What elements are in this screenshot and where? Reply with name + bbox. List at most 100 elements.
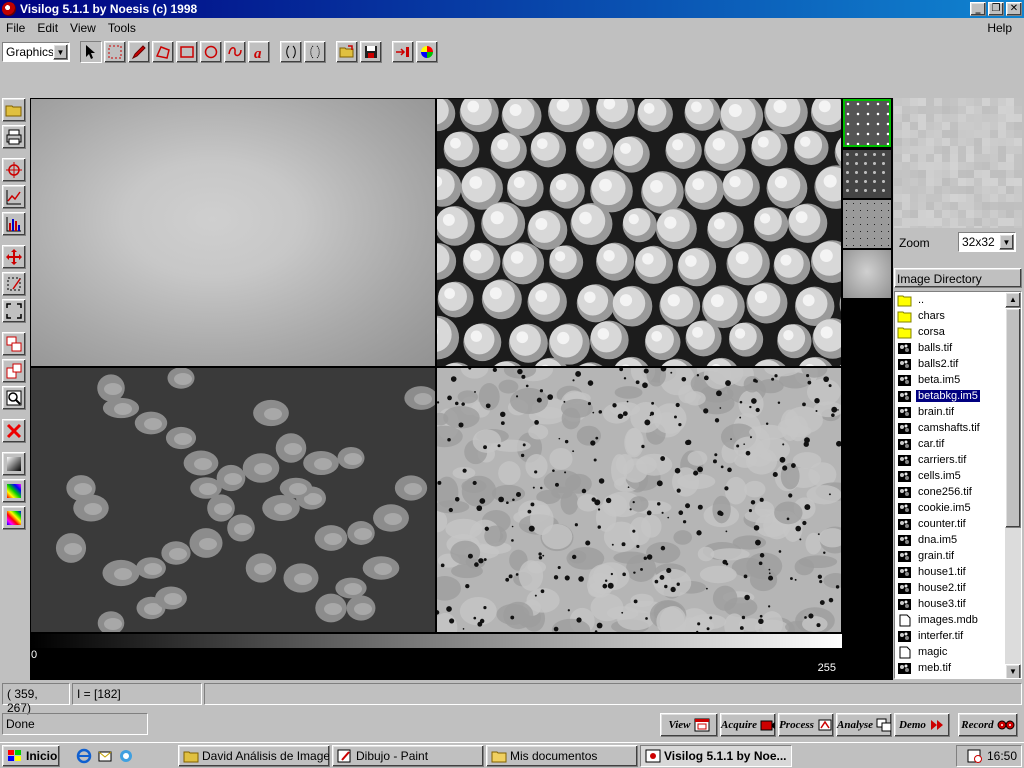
task-david-analisis[interactable]: David Análisis de Imagen [178,745,330,767]
minimize-button[interactable]: _ [970,2,986,16]
menu-edit[interactable]: Edit [31,21,64,35]
grain-shape [699,565,737,584]
image-pane-grain[interactable] [437,368,841,632]
thumbnail-balls[interactable] [843,99,891,147]
directory-item[interactable]: house1.tif [895,564,1021,580]
move-button[interactable] [2,245,26,269]
directory-item[interactable]: cookie.im5 [895,500,1021,516]
directory-item[interactable]: meb.tif [895,660,1021,676]
directory-item[interactable]: corsa [895,324,1021,340]
directory-item[interactable]: dna.im5 [895,532,1021,548]
directory-item[interactable]: .. [895,292,1021,308]
directory-item[interactable]: chars [895,308,1021,324]
directory-item[interactable]: magic [895,644,1021,660]
pencil-tool-button[interactable] [128,41,150,63]
directory-item[interactable]: camshafts.tif [895,420,1021,436]
open-image-button[interactable] [2,98,26,122]
freehand-tool-button[interactable] [224,41,246,63]
resize-button[interactable] [2,272,26,296]
scheduler-icon[interactable] [967,749,983,763]
directory-item[interactable]: house2.tif [895,580,1021,596]
image-pane-cells[interactable] [31,368,435,632]
title-bar[interactable]: Visilog 5.1.1 by Noesis (c) 1998 _ ❐ ✕ [0,0,1024,18]
image-directory-list[interactable]: .. chars corsa balls.tif balls2.tif beta.im5 b… [894,291,1022,679]
record-button[interactable]: Record [958,713,1018,737]
import-button[interactable] [392,41,414,63]
directory-item[interactable]: beta.im5 [895,372,1021,388]
task-paint[interactable]: Dibujo - Paint [332,745,484,767]
directory-scrollbar[interactable]: ▲ ▼ [1005,292,1021,678]
directory-item[interactable]: cells.im5 [895,468,1021,484]
cascade-button[interactable] [2,359,26,383]
maximize-button[interactable]: ❐ [988,2,1004,16]
channels-icon[interactable] [118,748,134,764]
thumbnail-cells[interactable] [843,150,891,198]
directory-item[interactable]: counter.tif [895,516,1021,532]
pointer-tool-button[interactable] [80,41,102,63]
delete-button[interactable] [2,419,26,443]
grain-pore [722,559,728,565]
text-tool-button[interactable]: a [248,41,270,63]
directory-item[interactable]: carriers.tif [895,452,1021,468]
start-button[interactable]: Inicio [2,745,60,767]
analyse-button[interactable]: Analyse [836,713,892,737]
directory-item[interactable]: car.tif [895,436,1021,452]
directory-item[interactable]: cone256.tif [895,484,1021,500]
directory-item[interactable]: brain.tif [895,404,1021,420]
directory-item-label: camshafts.tif [918,422,980,434]
directory-item[interactable]: balls.tif [895,340,1021,356]
chevron-down-icon[interactable]: ▼ [999,234,1014,250]
directory-item[interactable]: interfer.tif [895,628,1021,644]
menu-file[interactable]: File [0,21,31,35]
directory-item[interactable]: house3.tif [895,596,1021,612]
rectangle-tool-button[interactable] [176,41,198,63]
profile-button[interactable] [2,185,26,209]
gray-lut-button[interactable] [2,452,26,476]
task-mis-documentos[interactable]: Mis documentos [486,745,638,767]
internet-explorer-icon[interactable] [76,748,92,764]
chevron-down-icon[interactable]: ▼ [53,44,68,60]
directory-item[interactable]: grain.tif [895,548,1021,564]
image-viewport[interactable]: 0 255 [30,98,842,680]
fit-button[interactable] [2,299,26,323]
process-button[interactable]: Process [778,713,834,737]
menu-help[interactable]: Help [981,21,1018,35]
scroll-up-button[interactable]: ▲ [1005,292,1021,308]
directory-item[interactable]: images.mdb [895,612,1021,628]
scrollbar-thumb[interactable] [1005,308,1021,528]
save-file-button[interactable] [360,41,382,63]
directory-item[interactable]: balls2.tif [895,356,1021,372]
ellipse-tool-button[interactable] [200,41,222,63]
close-button[interactable]: ✕ [1006,2,1022,16]
grain-pore [712,459,717,464]
scroll-down-button[interactable]: ▼ [1005,664,1021,678]
color-lut-button[interactable] [2,479,26,503]
menu-view[interactable]: View [64,21,102,35]
acquire-button[interactable]: Acquire [720,713,776,737]
outlook-express-icon[interactable] [97,748,113,764]
polygon-tool-button[interactable] [152,41,174,63]
thumbnail-background[interactable] [843,250,891,298]
task-visilog[interactable]: Visilog 5.1.1 by Noe... [640,745,792,767]
rectangle-select-tool-button[interactable] [104,41,126,63]
zoom-select[interactable]: 32x32 ▼ [958,232,1016,252]
menu-tools[interactable]: Tools [102,21,142,35]
zoom-button[interactable] [2,386,26,410]
color-palette-button[interactable] [416,41,438,63]
print-button[interactable] [2,125,26,149]
view-button[interactable]: View [660,713,718,737]
bracket-left-button[interactable] [280,41,302,63]
visilog-app-icon[interactable] [2,2,16,16]
tile-button[interactable] [2,332,26,356]
mode-select[interactable]: Graphics ▼ [2,42,70,62]
demo-button[interactable]: Demo [894,713,950,737]
pseudo-color-lut-button[interactable] [2,506,26,530]
thumbnail-grain[interactable] [843,200,891,248]
open-file-button[interactable] [336,41,358,63]
crosshair-button[interactable] [2,158,26,182]
image-pane-balls[interactable] [437,99,841,366]
image-pane-background[interactable] [31,99,435,366]
bracket-right-button[interactable] [304,41,326,63]
directory-item[interactable]: betabkg.im5 [895,388,1021,404]
histogram-button[interactable] [2,212,26,236]
